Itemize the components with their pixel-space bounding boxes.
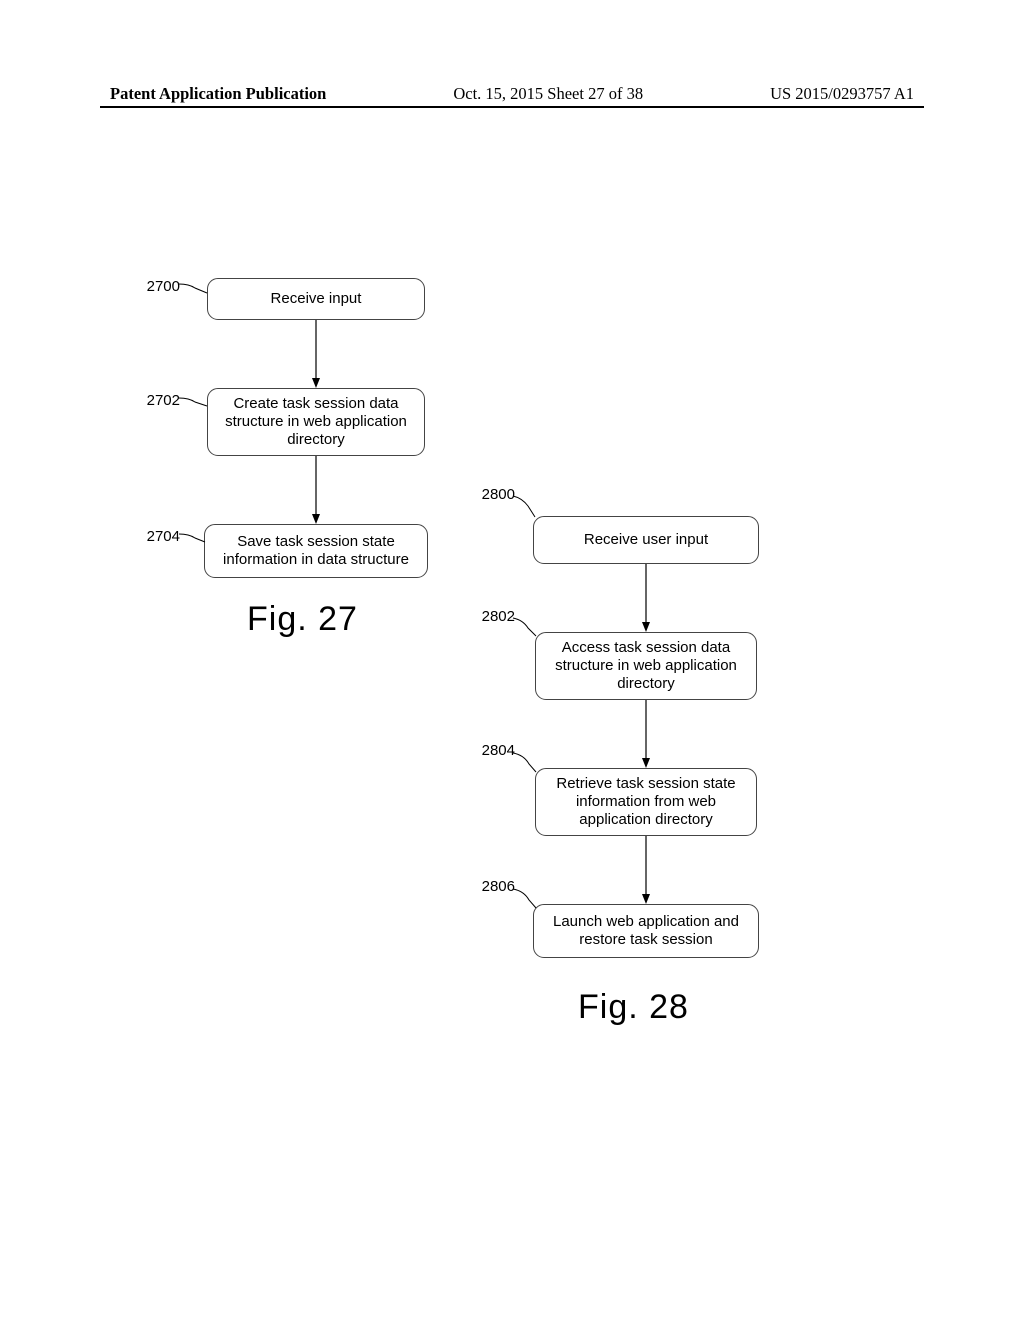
leader-line-2802 bbox=[510, 614, 540, 640]
leader-line-2804 bbox=[510, 748, 540, 776]
box-text: Save task session state information in d… bbox=[223, 533, 409, 569]
fig28-ref-2804: 2804 bbox=[470, 742, 515, 759]
fig28-ref-2800: 2800 bbox=[470, 486, 515, 503]
box-text: Receive user input bbox=[584, 531, 708, 549]
fig28-ref-2802: 2802 bbox=[470, 608, 515, 625]
box-text: Retrieve task session state information … bbox=[556, 775, 735, 829]
fig27-ref-2700: 2700 bbox=[135, 278, 180, 295]
leader-line-2700 bbox=[175, 278, 210, 296]
box-text: Receive input bbox=[271, 290, 362, 308]
fig27-label: Fig. 27 bbox=[247, 600, 358, 639]
publication-number: US 2015/0293757 A1 bbox=[770, 84, 914, 104]
fig28-label: Fig. 28 bbox=[578, 988, 689, 1027]
box-text: Create task session data structure in we… bbox=[225, 395, 407, 449]
fig28-ref-2806: 2806 bbox=[470, 878, 515, 895]
page-header: Patent Application Publication Oct. 15, … bbox=[110, 84, 914, 104]
fig27-box-create-structure: Create task session data structure in we… bbox=[207, 388, 425, 456]
leader-line-2806 bbox=[510, 884, 540, 912]
arrow-2702-2704 bbox=[311, 456, 321, 526]
header-rule bbox=[100, 106, 924, 108]
fig28-box-receive-input: Receive user input bbox=[533, 516, 759, 564]
fig27-ref-2702: 2702 bbox=[135, 392, 180, 409]
box-text: Access task session data structure in we… bbox=[555, 639, 737, 693]
fig28-box-retrieve-state: Retrieve task session state information … bbox=[535, 768, 757, 836]
publication-type: Patent Application Publication bbox=[110, 84, 326, 104]
arrow-2800-2802 bbox=[641, 564, 651, 634]
arrow-2802-2804 bbox=[641, 700, 651, 770]
fig28-box-launch-restore: Launch web application and restore task … bbox=[533, 904, 759, 958]
leader-line-2800 bbox=[510, 490, 540, 520]
fig27-ref-2704: 2704 bbox=[135, 528, 180, 545]
fig27-box-receive-input: Receive input bbox=[207, 278, 425, 320]
publication-date-sheet: Oct. 15, 2015 Sheet 27 of 38 bbox=[453, 84, 643, 104]
arrow-2804-2806 bbox=[641, 836, 651, 906]
fig27-box-save-state: Save task session state information in d… bbox=[204, 524, 428, 578]
leader-line-2702 bbox=[175, 392, 210, 410]
box-text: Launch web application and restore task … bbox=[553, 913, 739, 949]
fig28-box-access-structure: Access task session data structure in we… bbox=[535, 632, 757, 700]
patent-page: Patent Application Publication Oct. 15, … bbox=[0, 0, 1024, 1320]
leader-line-2704 bbox=[175, 528, 210, 546]
arrow-2700-2702 bbox=[311, 320, 321, 390]
